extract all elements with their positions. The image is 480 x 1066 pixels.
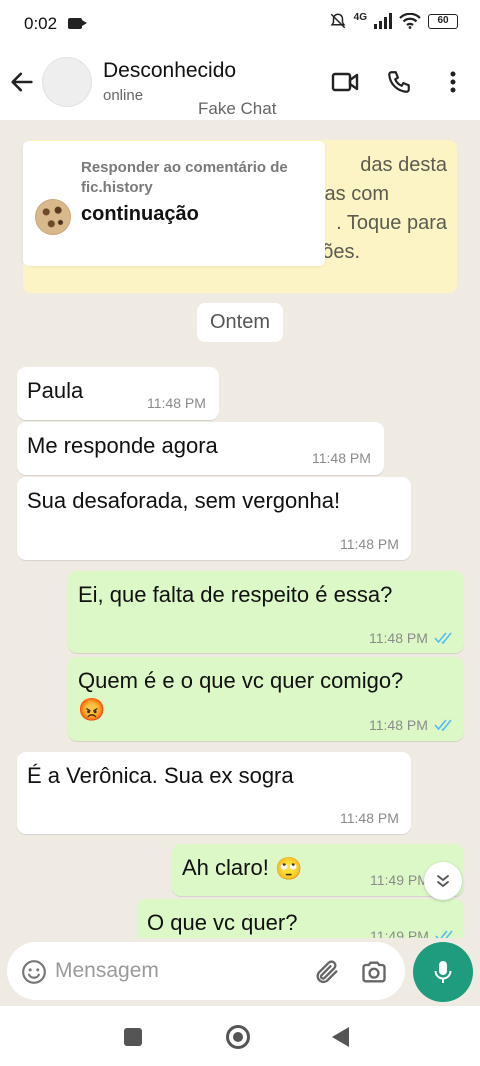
status-time: 0:02: [24, 14, 58, 33]
message-text: Ah claro! 🙄: [182, 854, 302, 883]
recent-apps-button[interactable]: [124, 1028, 142, 1046]
screen-record-icon: [68, 18, 87, 29]
reply-title: Responder ao comentário de fic.history: [81, 159, 288, 196]
microphone-icon: [434, 961, 452, 983]
message-bubble-incoming[interactable]: Sua desaforada, sem vergonha! 11:48 PM: [17, 477, 411, 560]
camera-icon[interactable]: [360, 958, 388, 986]
call-button[interactable]: [383, 66, 415, 98]
message-time: 11:48 PM: [340, 536, 399, 552]
message-bubble-outgoing[interactable]: O que vc quer? 11:49 PM: [137, 899, 464, 938]
message-text-content: Ah claro!: [182, 855, 269, 880]
message-time: 11:49 PM: [370, 872, 429, 888]
double-chevron-down-icon: [437, 875, 449, 887]
message-bubble-incoming[interactable]: Paula 11:48 PM: [17, 367, 219, 420]
signal-icon: [374, 13, 392, 29]
message-input[interactable]: [55, 954, 295, 988]
message-bubble-outgoing[interactable]: Ei, que falta de respeito é essa? 11:48 …: [68, 571, 464, 653]
eye-roll-emoji: 🙄: [274, 856, 303, 882]
phone-icon: [388, 71, 410, 93]
notice-line: das desta: [360, 154, 447, 176]
message-time: 11:49 PM: [370, 928, 429, 938]
system-nav-bar: [0, 1006, 480, 1066]
reply-comment-card[interactable]: Responder ao comentário de fic.history c…: [23, 141, 325, 266]
message-composer: [0, 938, 480, 1006]
network-type: 4G: [353, 11, 367, 23]
menu-button[interactable]: [437, 66, 469, 98]
chat-header: Desconhecido online Fake Chat: [0, 48, 480, 120]
date-chip: Ontem: [197, 303, 283, 342]
message-time: 11:48 PM: [369, 717, 428, 733]
message-text: Ei, que falta de respeito é essa?: [78, 582, 393, 607]
double-check-icon: [435, 930, 453, 938]
contact-name[interactable]: Desconhecido: [103, 59, 236, 83]
chat-area[interactable]: das desta uras com . Toque para obter ma…: [0, 120, 480, 938]
status-indicators: 4G 60: [329, 12, 458, 30]
message-bubble-outgoing[interactable]: Ah claro! 🙄 11:49 PM: [172, 844, 464, 896]
message-bubble-incoming[interactable]: É a Verônica. Sua ex sogra 11:48 PM: [17, 752, 411, 834]
message-time: 11:48 PM: [312, 450, 371, 466]
message-time: 11:48 PM: [147, 395, 206, 411]
double-check-icon: [434, 719, 452, 731]
status-bar: 0:02 4G 60: [0, 0, 480, 48]
video-call-button[interactable]: [329, 66, 361, 98]
message-text: Sua desaforada, sem vergonha!: [27, 488, 341, 513]
cookie-avatar: [35, 199, 71, 235]
angry-face-emoji: 😡: [78, 697, 106, 723]
paperclip-icon[interactable]: [313, 958, 341, 986]
message-text: É a Verônica. Sua ex sogra: [27, 763, 294, 788]
message-text-content: Quem é e o que vc quer comigo?: [78, 668, 404, 693]
arrow-left-icon[interactable]: [8, 68, 36, 96]
scroll-down-button[interactable]: [424, 862, 462, 900]
message-text: Paula: [27, 378, 84, 403]
back-button[interactable]: [332, 1027, 349, 1047]
message-time: 11:48 PM: [369, 630, 428, 646]
more-vertical-icon: [450, 71, 456, 93]
mute-icon: [330, 13, 346, 29]
wifi-icon: [399, 13, 421, 29]
home-button[interactable]: [226, 1025, 250, 1049]
message-input-container[interactable]: [7, 942, 405, 1000]
message-text: Me responde agora: [27, 433, 218, 458]
message-text: O que vc quer?: [147, 910, 298, 935]
message-bubble-incoming[interactable]: Me responde agora 11:48 PM: [17, 422, 384, 475]
mic-button[interactable]: [413, 942, 473, 1002]
message-time: 11:48 PM: [340, 810, 399, 826]
battery-indicator: 60: [428, 13, 458, 29]
video-call-icon: [331, 72, 359, 92]
notice-line: . Toque para: [336, 212, 447, 234]
contact-status: online: [103, 87, 144, 104]
fake-chat-label: Fake Chat: [198, 99, 277, 118]
message-text: Quem é e o que vc quer comigo? 😡: [78, 667, 458, 724]
reply-text: continuação: [81, 203, 199, 225]
avatar[interactable]: [42, 57, 92, 107]
emoji-icon[interactable]: [21, 959, 47, 985]
double-check-icon: [434, 632, 452, 644]
message-bubble-outgoing[interactable]: Quem é e o que vc quer comigo? 😡 11:48 P…: [68, 657, 464, 741]
